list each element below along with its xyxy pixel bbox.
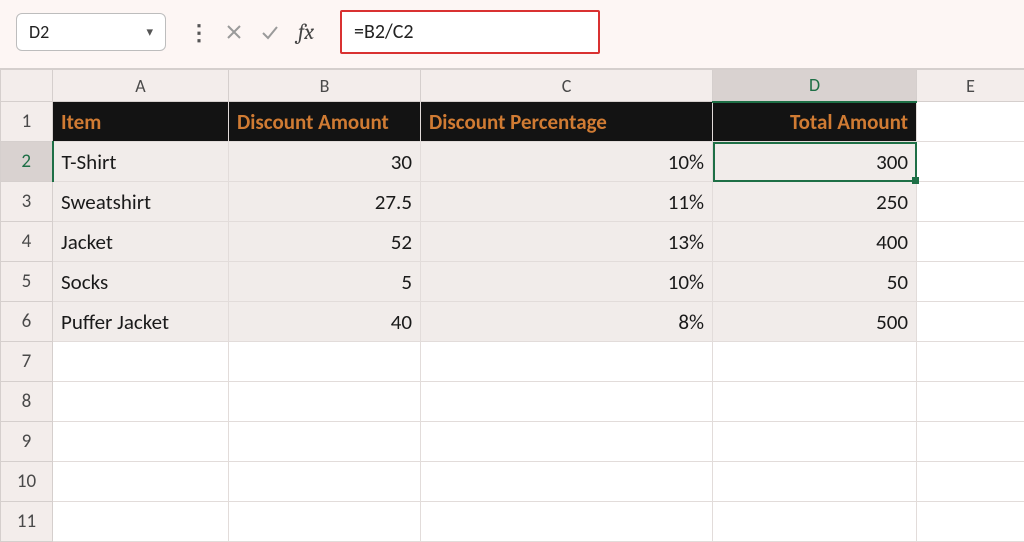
row-header-8[interactable]: 8	[1, 382, 53, 422]
cell-C6[interactable]: 8%	[421, 302, 713, 342]
col-header-C[interactable]: C	[421, 70, 713, 102]
cell-B6[interactable]: 40	[229, 302, 421, 342]
table-row: 6 Puffer Jacket 40 8% 500	[1, 302, 1024, 342]
grid: A B C D E 1 Item Discount Amount Discoun…	[0, 69, 1024, 542]
cell-C11[interactable]	[421, 502, 713, 542]
cell-E9[interactable]	[917, 422, 1024, 462]
row-header-7[interactable]: 7	[1, 342, 53, 382]
cell-A3[interactable]: Sweatshirt	[53, 182, 229, 222]
cell-A11[interactable]	[53, 502, 229, 542]
cell-D4[interactable]: 400	[713, 222, 917, 262]
worksheet[interactable]: A B C D E 1 Item Discount Amount Discoun…	[0, 68, 1024, 542]
cell-E3[interactable]	[917, 182, 1024, 222]
cell-D11[interactable]	[713, 502, 917, 542]
table-row: 5 Socks 5 10% 50	[1, 262, 1024, 302]
table-row: 7	[1, 342, 1024, 382]
row-header-9[interactable]: 9	[1, 422, 53, 462]
cell-B1[interactable]: Discount Amount	[229, 102, 421, 142]
table-row: 2 T-Shirt 30 10% 300	[1, 142, 1024, 182]
cell-C9[interactable]	[421, 422, 713, 462]
cell-E5[interactable]	[917, 262, 1024, 302]
cell-D6[interactable]: 500	[713, 302, 917, 342]
cell-A7[interactable]	[53, 342, 229, 382]
cell-D5[interactable]: 50	[713, 262, 917, 302]
cell-D1[interactable]: Total Amount	[713, 102, 917, 142]
cell-C1[interactable]: Discount Percentage	[421, 102, 713, 142]
cell-B10[interactable]	[229, 462, 421, 502]
cell-E7[interactable]	[917, 342, 1024, 382]
name-box-value: D2	[29, 21, 49, 43]
cell-C7[interactable]	[421, 342, 713, 382]
cell-B11[interactable]	[229, 502, 421, 542]
table-row: 8	[1, 382, 1024, 422]
table-row: 3 Sweatshirt 27.5 11% 250	[1, 182, 1024, 222]
row-header-5[interactable]: 5	[1, 262, 53, 302]
table-header-row: 1 Item Discount Amount Discount Percenta…	[1, 102, 1024, 142]
cell-D9[interactable]	[713, 422, 917, 462]
cell-C2[interactable]: 10%	[421, 142, 713, 182]
cell-A5[interactable]: Socks	[53, 262, 229, 302]
cell-E4[interactable]	[917, 222, 1024, 262]
cancel-formula-button[interactable]	[216, 14, 252, 50]
table-row: 11	[1, 502, 1024, 542]
cell-A1[interactable]: Item	[53, 102, 229, 142]
cell-A8[interactable]	[53, 382, 229, 422]
col-header-E[interactable]: E	[917, 70, 1024, 102]
cell-E10[interactable]	[917, 462, 1024, 502]
formula-bar-buttons: ⋮ fx	[182, 14, 324, 50]
chevron-down-icon[interactable]: ▾	[146, 25, 153, 40]
cell-E8[interactable]	[917, 382, 1024, 422]
table-row: 4 Jacket 52 13% 400	[1, 222, 1024, 262]
cell-C4[interactable]: 13%	[421, 222, 713, 262]
fx-icon: fx	[298, 19, 314, 45]
cell-B3[interactable]: 27.5	[229, 182, 421, 222]
cell-B9[interactable]	[229, 422, 421, 462]
cell-D3[interactable]: 250	[713, 182, 917, 222]
formula-input[interactable]: =B2/C2	[340, 10, 600, 54]
cell-A2[interactable]: T-Shirt	[53, 142, 229, 182]
col-header-D[interactable]: D	[713, 70, 917, 102]
row-header-11[interactable]: 11	[1, 502, 53, 542]
cell-A6[interactable]: Puffer Jacket	[53, 302, 229, 342]
row-header-10[interactable]: 10	[1, 462, 53, 502]
cell-C3[interactable]: 11%	[421, 182, 713, 222]
cell-D7[interactable]	[713, 342, 917, 382]
formula-bar: D2 ▾ ⋮ fx =B2/C2	[0, 0, 1024, 68]
cell-C8[interactable]	[421, 382, 713, 422]
col-header-B[interactable]: B	[229, 70, 421, 102]
cell-E1[interactable]	[917, 102, 1024, 142]
cell-E2[interactable]	[917, 142, 1024, 182]
cell-B5[interactable]: 5	[229, 262, 421, 302]
table-row: 10	[1, 462, 1024, 502]
cell-E6[interactable]	[917, 302, 1024, 342]
cell-C10[interactable]	[421, 462, 713, 502]
row-header-2[interactable]: 2	[1, 142, 53, 182]
dots-icon[interactable]: ⋮	[182, 19, 216, 46]
row-header-4[interactable]: 4	[1, 222, 53, 262]
row-header-6[interactable]: 6	[1, 302, 53, 342]
column-header-row: A B C D E	[1, 70, 1024, 102]
insert-function-button[interactable]: fx	[288, 14, 324, 50]
cell-D2[interactable]: 300	[713, 142, 917, 182]
cell-A9[interactable]	[53, 422, 229, 462]
cell-B4[interactable]: 52	[229, 222, 421, 262]
name-box[interactable]: D2 ▾	[16, 13, 166, 51]
select-all-triangle[interactable]	[1, 70, 53, 102]
cell-B2[interactable]: 30	[229, 142, 421, 182]
cell-B8[interactable]	[229, 382, 421, 422]
enter-formula-button[interactable]	[252, 14, 288, 50]
cell-A10[interactable]	[53, 462, 229, 502]
col-header-A[interactable]: A	[53, 70, 229, 102]
cell-E11[interactable]	[917, 502, 1024, 542]
row-header-1[interactable]: 1	[1, 102, 53, 142]
table-row: 9	[1, 422, 1024, 462]
formula-input-value: =B2/C2	[354, 20, 414, 44]
cell-B7[interactable]	[229, 342, 421, 382]
cell-D8[interactable]	[713, 382, 917, 422]
cell-C5[interactable]: 10%	[421, 262, 713, 302]
cell-A4[interactable]: Jacket	[53, 222, 229, 262]
row-header-3[interactable]: 3	[1, 182, 53, 222]
cell-D10[interactable]	[713, 462, 917, 502]
